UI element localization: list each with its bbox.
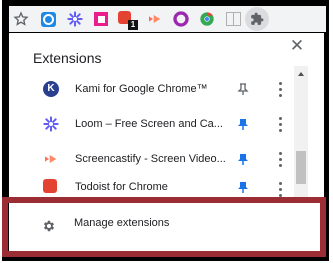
todoist-icon[interactable]: 1 [115, 6, 139, 32]
pin-icon[interactable] [235, 116, 251, 132]
extension-name: Kami for Google Chrome™ [75, 83, 208, 95]
extension-item-kami[interactable]: K Kami for Google Chrome™ [9, 72, 295, 106]
extension-item-loom[interactable]: Loom – Free Screen and Ca... [9, 107, 295, 141]
manage-extensions-item[interactable]: Manage extensions [2, 197, 326, 257]
badge-count: 1 [128, 20, 138, 30]
color-extension-icon[interactable] [169, 6, 193, 32]
more-options-icon[interactable] [277, 115, 285, 133]
pin-icon[interactable] [235, 151, 251, 167]
extension-name: Screencastify - Screen Video... [75, 153, 226, 165]
pin-icon[interactable] [235, 179, 251, 195]
scroll-up-icon[interactable] [298, 72, 304, 76]
scrollbar-thumb[interactable] [296, 151, 306, 184]
puzzle-icon[interactable] [245, 7, 269, 31]
extension-item-screencastify[interactable]: Screencastify - Screen Video... [9, 142, 295, 176]
panel-icon[interactable] [221, 6, 245, 32]
kami-icon: K [43, 81, 59, 97]
chrome-extension-icon[interactable] [195, 6, 219, 32]
manage-extensions-label: Manage extensions [74, 217, 170, 229]
extension-item-todoist[interactable]: Todoist for Chrome [9, 176, 295, 198]
extension-name: Loom – Free Screen and Ca... [75, 118, 223, 130]
close-icon[interactable]: ✕ [288, 37, 306, 55]
extension-name: Todoist for Chrome [75, 181, 168, 193]
gear-icon [42, 219, 56, 233]
loom-icon [43, 116, 59, 132]
screencastify-icon [43, 151, 59, 167]
scrollbar[interactable] [294, 66, 308, 203]
browser-toolbar: 1 [9, 6, 326, 32]
screencastify-icon[interactable] [143, 6, 167, 32]
more-options-icon[interactable] [277, 80, 285, 98]
square-extension-icon[interactable] [89, 6, 113, 32]
panel-title: Extensions [33, 50, 102, 66]
screenshot-extension-icon[interactable] [36, 6, 60, 32]
star-icon[interactable] [9, 6, 33, 32]
more-options-icon[interactable] [277, 150, 285, 168]
pin-icon[interactable] [235, 81, 251, 97]
more-options-icon[interactable] [277, 180, 285, 198]
loom-icon[interactable] [63, 6, 87, 32]
todoist-icon [43, 179, 59, 195]
